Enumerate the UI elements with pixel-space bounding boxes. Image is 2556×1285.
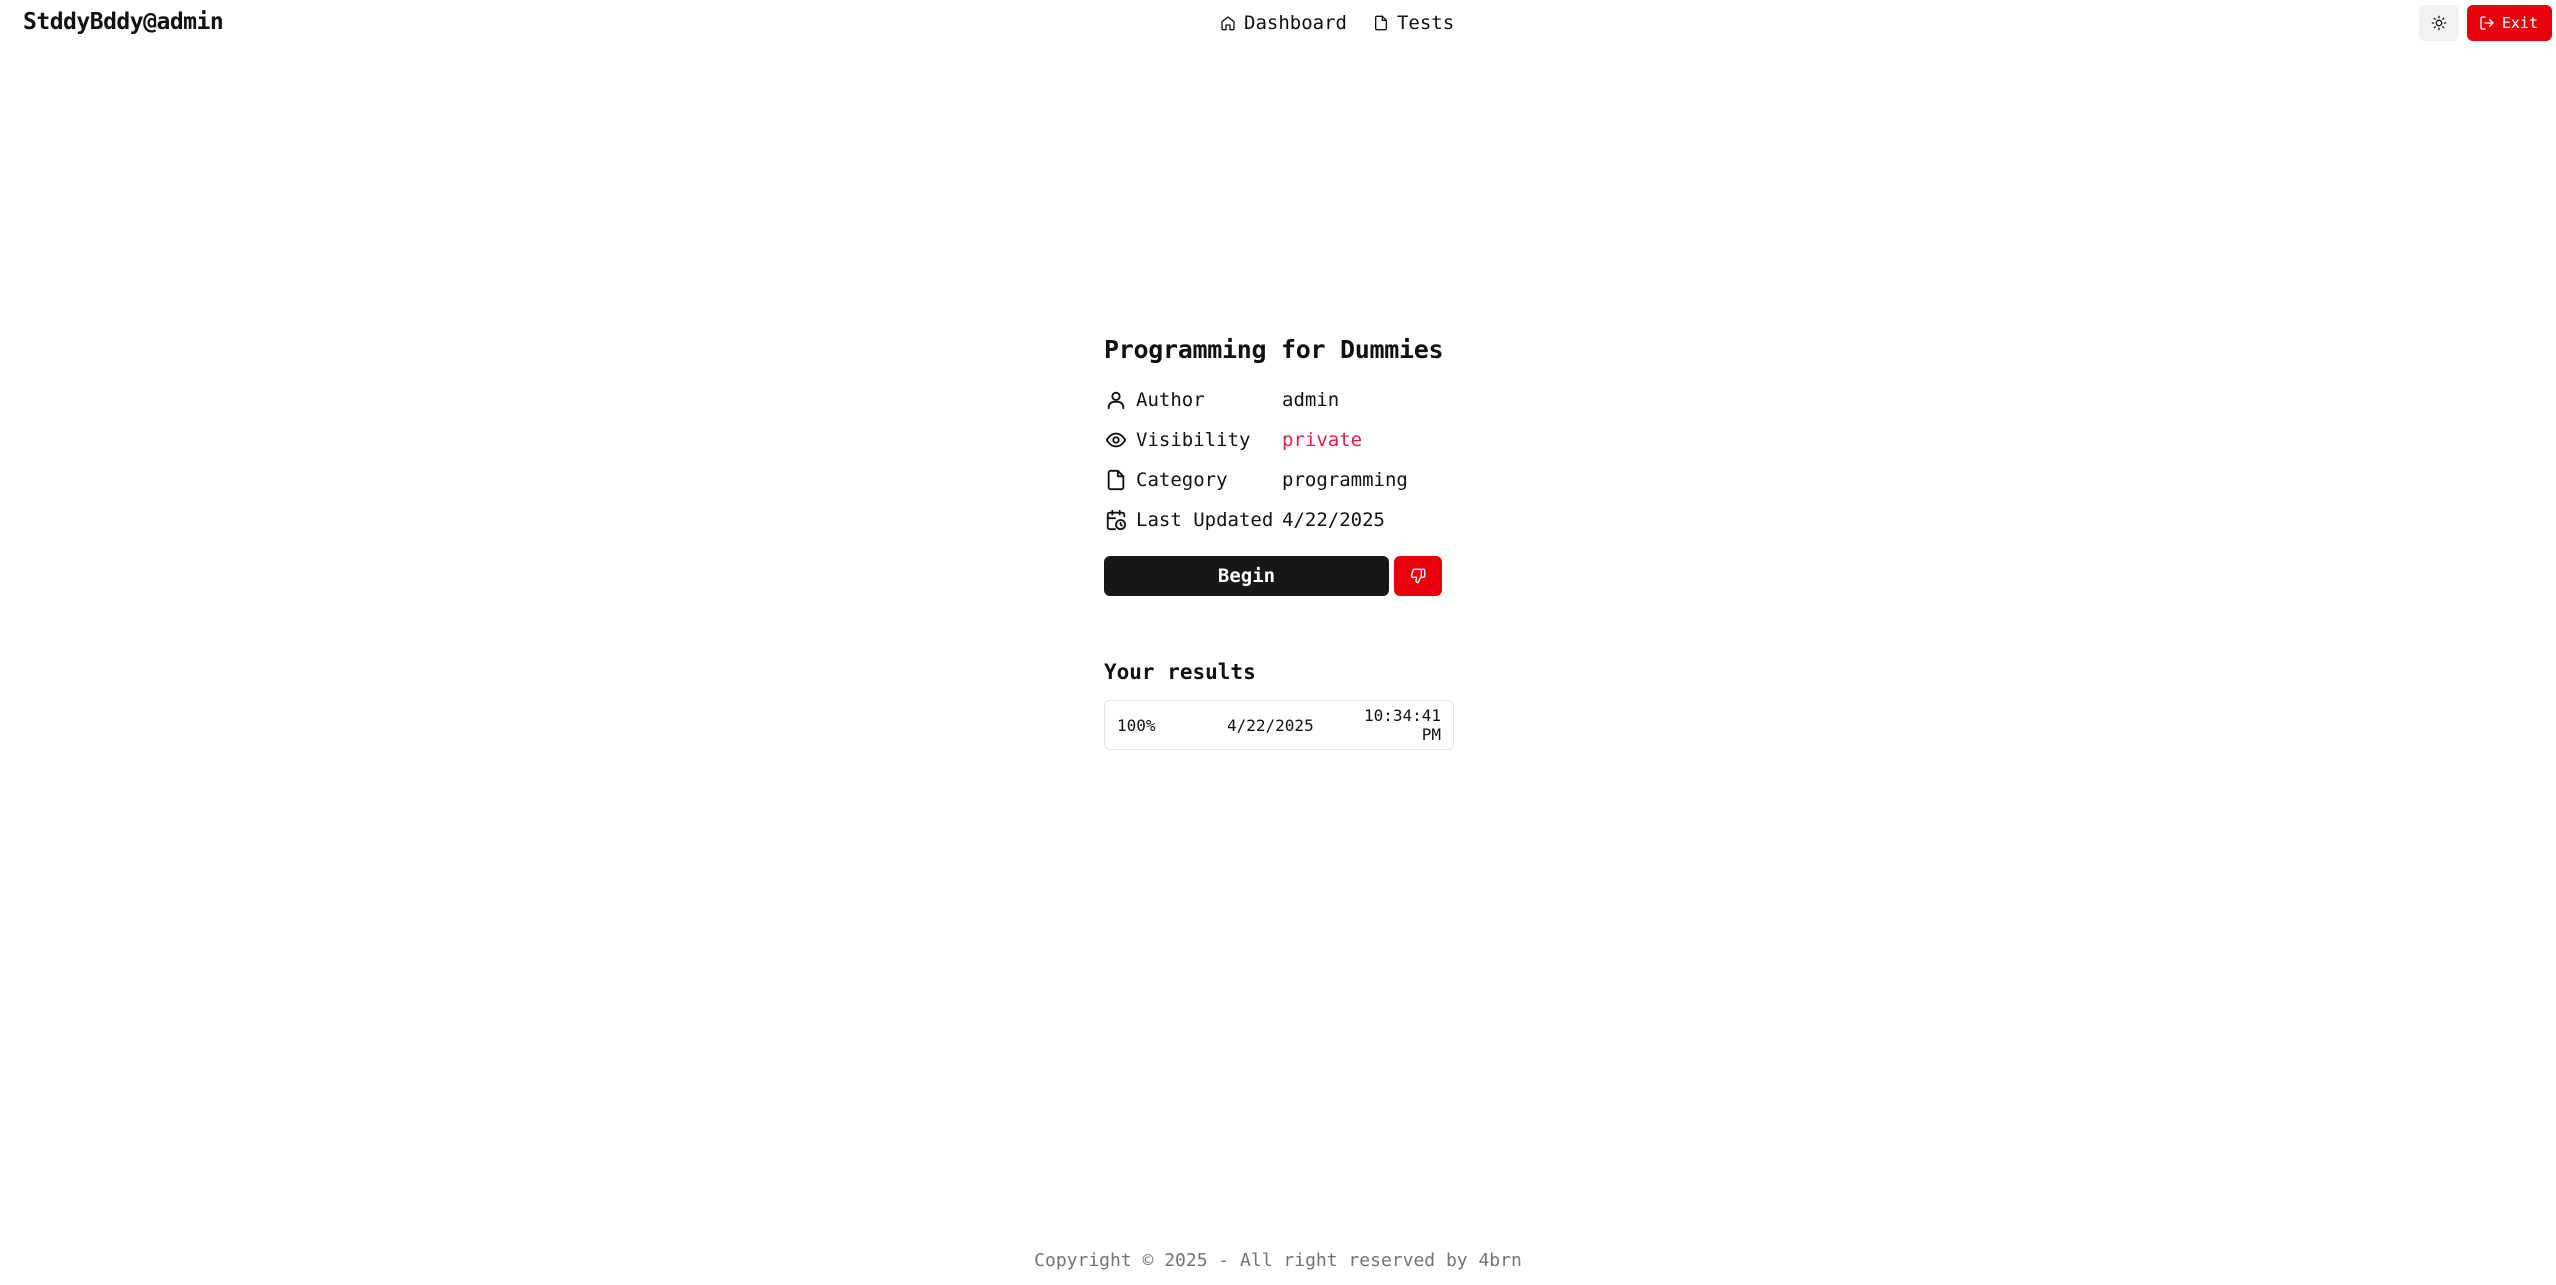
navbar: StddyBddy@admin Dashboard Tests Exit: [0, 0, 2556, 48]
eye-icon: [1104, 428, 1128, 452]
meta-last-updated-value: 4/22/2025: [1282, 509, 1385, 531]
exit-label: Exit: [2501, 14, 2538, 32]
result-date: 4/22/2025: [1227, 715, 1314, 735]
nav-dashboard[interactable]: Dashboard: [1220, 12, 1347, 34]
test-title: Programming for Dummies: [1104, 335, 1444, 364]
file-icon: [1104, 468, 1128, 492]
meta-author-value: admin: [1282, 389, 1340, 411]
begin-button[interactable]: Begin: [1104, 556, 1389, 596]
main-nav: Dashboard Tests: [1220, 12, 1454, 34]
brand-logo[interactable]: StddyBddy@admin: [23, 9, 224, 35]
dislike-button[interactable]: [1394, 556, 1442, 596]
result-score: 100%: [1117, 715, 1156, 735]
results-title: Your results: [1104, 660, 1256, 684]
meta-category-value: programming: [1282, 469, 1408, 491]
sun-icon: [2431, 15, 2447, 31]
result-time: 10:34:41 PM: [1363, 706, 1441, 744]
log-out-icon: [2480, 16, 2494, 30]
meta-visibility: Visibility private: [1104, 420, 1454, 460]
result-row[interactable]: 100% 4/22/2025 10:34:41 PM: [1105, 701, 1453, 749]
meta-category: Category programming: [1104, 460, 1454, 500]
nav-actions: Exit: [2418, 5, 2552, 41]
meta-author: Author admin: [1104, 380, 1454, 420]
test-meta: Author admin Visibility private Category: [1104, 380, 1454, 540]
test-actions: Begin: [1104, 556, 1454, 596]
meta-visibility-value: private: [1282, 429, 1363, 451]
nav-dashboard-label: Dashboard: [1244, 12, 1347, 34]
theme-toggle-button[interactable]: [2418, 5, 2459, 41]
exit-button[interactable]: Exit: [2466, 5, 2552, 41]
meta-visibility-label: Visibility: [1136, 429, 1251, 451]
test-detail-card: Programming for Dummies Author admin Vis…: [1104, 335, 1454, 750]
footer: Copyright © 2025 - All right reserved by…: [0, 1250, 2556, 1271]
meta-last-updated: Last Updated 4/22/2025: [1104, 500, 1454, 540]
nav-tests-label: Tests: [1396, 12, 1455, 34]
nav-tests[interactable]: Tests: [1373, 12, 1454, 34]
calendar-clock-icon: [1104, 508, 1128, 532]
meta-category-label: Category: [1136, 469, 1228, 491]
thumbs-down-icon: [1410, 568, 1426, 584]
home-icon: [1221, 16, 1235, 31]
user-icon: [1104, 388, 1128, 412]
file-icon: [1374, 15, 1387, 31]
footer-copyright: Copyright © 2025 - All right reserved by…: [1034, 1250, 1522, 1271]
meta-author-label: Author: [1136, 389, 1205, 411]
results-list: 100% 4/22/2025 10:34:41 PM: [1104, 700, 1454, 750]
meta-last-updated-label: Last Updated: [1136, 509, 1274, 531]
